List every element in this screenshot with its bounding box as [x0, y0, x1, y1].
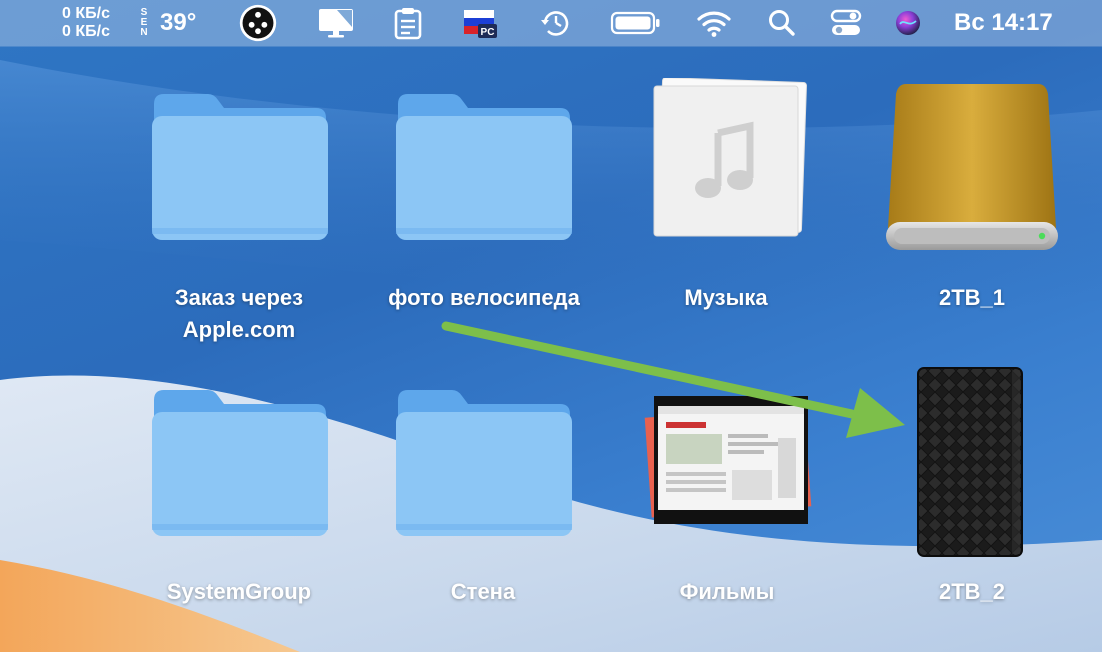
annotation-arrow — [441, 321, 905, 438]
